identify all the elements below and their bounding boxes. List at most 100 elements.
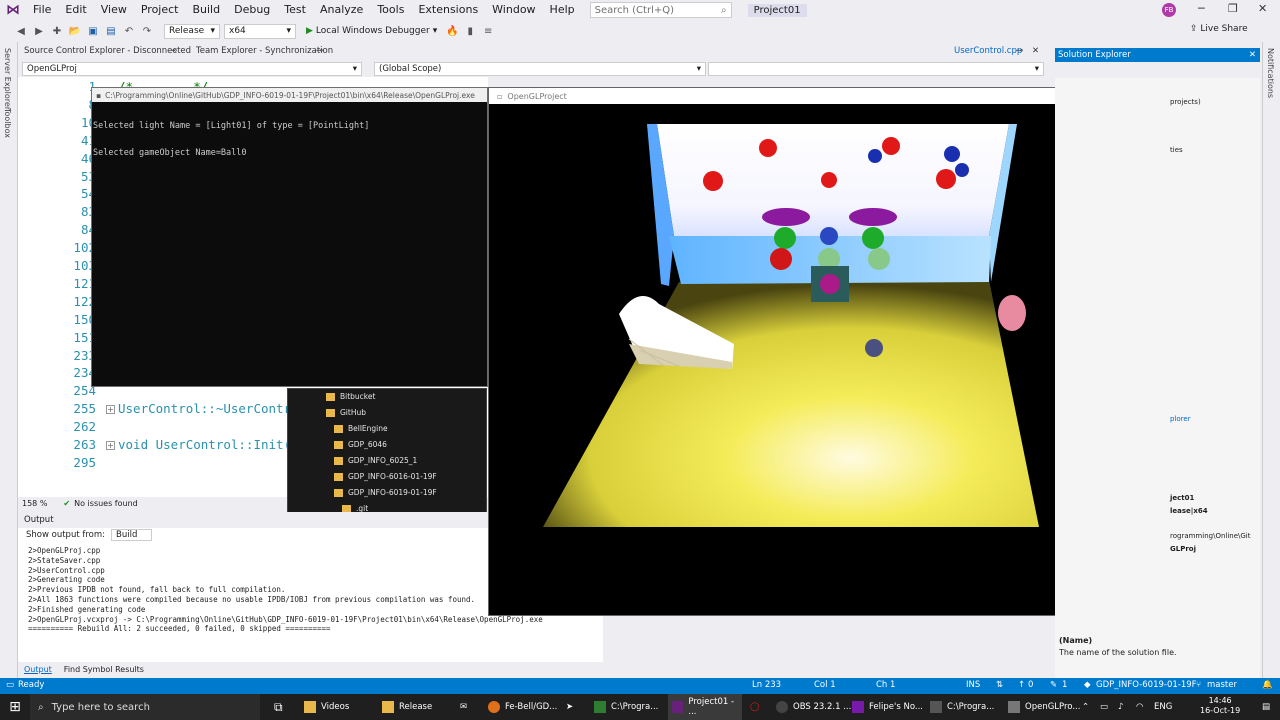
project-select[interactable]: OpenGLProj ▾ [22, 62, 362, 76]
pin-icon[interactable]: ➤ [562, 694, 573, 720]
open-icon[interactable]: 📂 [68, 24, 82, 38]
notifications-tab[interactable]: Notifications [1266, 48, 1275, 98]
zoom-level[interactable]: 158 % [22, 499, 47, 508]
folder-tree-item[interactable]: GitHub [326, 408, 366, 417]
status-pencil-count[interactable]: 1 [1062, 680, 1067, 690]
start-debugger-button[interactable]: ▶ Local Windows Debugger ▾ [306, 26, 437, 36]
repo-icon[interactable]: ◆ [1084, 680, 1091, 690]
platform-select[interactable]: x64 ▾ [224, 23, 296, 39]
forward-icon[interactable]: ▶ [32, 24, 46, 38]
opera-icon[interactable]: ◯ [746, 694, 760, 720]
folder-tree-item[interactable]: Bitbucket [326, 392, 375, 401]
status-up-count[interactable]: 0 [1028, 680, 1033, 690]
menu-tools[interactable]: Tools [370, 0, 411, 20]
action-center-icon[interactable]: ▤ [1258, 694, 1270, 720]
menu-view[interactable]: View [94, 0, 134, 20]
live-share-button[interactable]: ⇪ Live Share [1190, 24, 1248, 34]
minimize-icon[interactable]: ─ [1198, 2, 1205, 15]
fold-expander-icon[interactable]: + [106, 405, 115, 415]
tab-find-symbol-results[interactable]: Find Symbol Results [58, 665, 150, 674]
redo-icon[interactable]: ↷ [140, 24, 154, 38]
folder-icon [334, 472, 343, 481]
task-label: Project01 - ... [688, 697, 735, 717]
issues-label[interactable]: No issues found [74, 499, 138, 508]
folder-tree-item[interactable]: GDP_6046 [334, 440, 387, 449]
fold-expander-icon[interactable]: + [106, 441, 115, 450]
scope-select[interactable]: (Global Scope) ▾ [374, 62, 706, 76]
task-onenote[interactable]: Felipe's No... [848, 694, 923, 720]
menu-help[interactable]: Help [543, 0, 582, 20]
close-icon[interactable]: ✕ [1249, 50, 1256, 60]
folder-tree-item[interactable]: BellEngine [334, 424, 388, 433]
server-explorer-tab[interactable]: Server Explorer [3, 48, 12, 110]
tree-fragment[interactable]: plorer [1170, 415, 1191, 423]
task-view-icon[interactable]: ⧉ [270, 694, 283, 720]
close-tab-icon[interactable]: ✕ [1032, 46, 1039, 56]
comment-icon[interactable]: ≡ [481, 24, 495, 38]
status-repo[interactable]: GDP_INFO-6019-01-19F [1096, 680, 1197, 690]
task-editor[interactable]: C:\Progra... [590, 694, 658, 720]
search-input[interactable]: Search (Ctrl+Q) ⌕ [589, 2, 732, 18]
bookmark-icon[interactable]: ▮ [463, 24, 477, 38]
network-icon[interactable]: ▭ [1096, 694, 1108, 720]
menu-build[interactable]: Build [185, 0, 227, 20]
output-source-select[interactable]: Build [111, 528, 153, 541]
pin-icon[interactable]: ⊸ [316, 46, 323, 56]
pin-icon[interactable]: ⊸ [170, 46, 177, 56]
visual-studio-logo-icon[interactable]: ⋈ [0, 0, 26, 20]
hot-reload-icon[interactable]: 🔥 [445, 24, 459, 38]
branch-icon[interactable]: ⑂ [1196, 680, 1201, 690]
windows-start-icon[interactable]: ⊞ [0, 694, 30, 720]
avatar[interactable]: FB [1162, 3, 1176, 17]
new-project-icon[interactable]: ✚ [50, 24, 64, 38]
task-opengl[interactable]: OpenGLPro... [1004, 694, 1080, 720]
close-icon[interactable]: ✕ [1258, 2, 1267, 15]
status-sync-icon[interactable]: ⇅ [996, 680, 1003, 690]
mail-icon[interactable]: ✉ [456, 694, 467, 720]
tab-source-control-explorer[interactable]: Source Control Explorer - Disconnected [24, 46, 191, 56]
task-visual-studio[interactable]: Project01 - ... [668, 694, 742, 720]
volume-icon[interactable]: ♪ [1114, 694, 1123, 720]
pin-icon[interactable]: ⊸ [1016, 46, 1023, 56]
menu-extensions[interactable]: Extensions [411, 0, 485, 20]
maximize-icon[interactable]: ❐ [1228, 2, 1238, 15]
task-obs[interactable]: OBS 23.2.1 ... [772, 694, 851, 720]
menu-analyze[interactable]: Analyze [313, 0, 370, 20]
menu-test[interactable]: Test [277, 0, 313, 20]
member-select[interactable]: ▾ [708, 62, 1044, 76]
folder-tree-item[interactable]: GDP_INFO_6025_1 [334, 456, 417, 465]
tray-chevron-icon[interactable]: ⌃ [1078, 694, 1089, 720]
task-release[interactable]: Release [378, 694, 432, 720]
menu-file[interactable]: File [26, 0, 58, 20]
menu-edit[interactable]: Edit [58, 0, 93, 20]
pencil-icon[interactable]: ✎ [1050, 680, 1057, 690]
console-window[interactable]: ▪ C:\Programming\Online\GitHub\GDP_INFO-… [91, 87, 488, 387]
folder-tree-item[interactable]: GDP_INFO-6019-01-19F [334, 488, 437, 497]
undo-icon[interactable]: ↶ [122, 24, 136, 38]
wifi-icon[interactable]: ◠ [1132, 694, 1143, 720]
menu-project[interactable]: Project [134, 0, 186, 20]
clock[interactable]: 14:46 16-Oct-19 [1200, 696, 1240, 716]
menu-debug[interactable]: Debug [227, 0, 277, 20]
status-branch[interactable]: master [1207, 680, 1237, 690]
taskbar-search-input[interactable]: ⌕ Type here to search [30, 694, 260, 720]
back-icon[interactable]: ◀ [14, 24, 28, 38]
task-console[interactable]: C:\Progra... [926, 694, 994, 720]
language-indicator[interactable]: ENG [1150, 694, 1172, 720]
menu-window[interactable]: Window [485, 0, 542, 20]
bell-icon[interactable]: 🔔 [1262, 680, 1273, 690]
save-icon[interactable]: ▣ [86, 24, 100, 38]
tab-team-explorer[interactable]: Team Explorer - Synchronization [196, 46, 333, 56]
solution-explorer-title-bar[interactable]: Solution Explorer ✕ [1055, 48, 1260, 62]
tab-output[interactable]: Output [18, 665, 58, 674]
tab-usercontrol-cpp[interactable]: UserControl.cpp [954, 46, 1022, 56]
task-videos[interactable]: Videos [300, 694, 349, 720]
configuration-select[interactable]: Release ▾ [164, 23, 220, 39]
task-firefox[interactable]: Fe-Bell/GD... [484, 694, 557, 720]
console-title-bar[interactable]: ▪ C:\Programming\Online\GitHub\GDP_INFO-… [92, 88, 487, 102]
toolbox-tab[interactable]: Toolbox [3, 108, 12, 138]
save-all-icon[interactable]: ▤ [104, 24, 118, 38]
console-line: Selected light Name = [Light01] of type … [93, 121, 370, 131]
folder-tree-item[interactable]: GDP_INFO-6016-01-19F [334, 472, 437, 481]
up-arrow-icon[interactable]: ↑ [1018, 680, 1025, 690]
